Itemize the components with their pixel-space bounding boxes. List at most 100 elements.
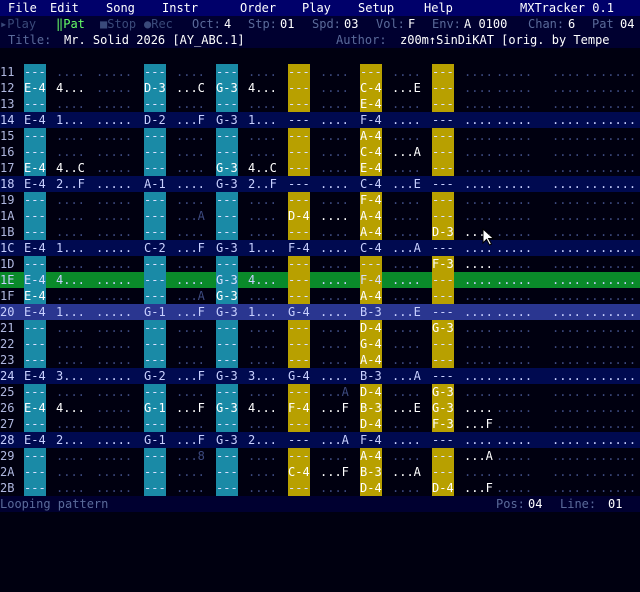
param-cell[interactable]: .... [56,256,85,272]
param-cell[interactable]: .... [248,208,277,224]
note-cell[interactable]: --- [216,256,238,272]
param-cell[interactable]: ..... [96,480,132,496]
param-cell[interactable]: .... [392,448,421,464]
step-value[interactable]: 01 [280,16,294,32]
note-cell[interactable]: G-3 [216,432,238,448]
param-cell[interactable]: 4... [248,80,277,96]
param-cell[interactable]: .... [320,368,349,384]
param-cell[interactable]: ..... [600,176,636,192]
param-cell[interactable]: .... [464,288,493,304]
param-cell[interactable]: .. [584,144,598,160]
note-cell[interactable]: --- [288,96,310,112]
param-cell[interactable]: ..... [96,192,132,208]
param-cell[interactable]: ...F [464,416,493,432]
param-cell[interactable]: .... [320,448,349,464]
pattern-row[interactable]: 1A ---......... --- ...A ---.... D-4.... A-4..… [0,208,640,224]
param-cell[interactable]: .... [464,352,493,368]
note-cell[interactable]: --- [144,416,166,432]
pattern-row[interactable]: 20 E-4 1........ G-1 ...F G-3 1... G-4.... B-3..… [0,304,640,320]
note-cell[interactable]: --- [24,128,46,144]
param-cell[interactable]: ..... [96,256,132,272]
param-cell[interactable]: .... [248,64,277,80]
param-cell[interactable]: .... [56,384,85,400]
param-cell[interactable]: ..... [496,240,532,256]
param-cell[interactable]: 1... [56,240,85,256]
param-cell[interactable]: .... [552,160,581,176]
param-cell[interactable]: .... [320,416,349,432]
param-cell[interactable]: .. [584,304,598,320]
param-cell[interactable]: ...F [176,368,205,384]
note-cell[interactable]: B-3 [360,464,382,480]
param-cell[interactable]: .. [584,480,598,496]
note-cell[interactable]: --- [216,192,238,208]
param-cell[interactable]: ..... [496,432,532,448]
note-cell[interactable]: G-1 [144,432,166,448]
param-cell[interactable]: .... [552,272,581,288]
note-cell[interactable]: G-3 [216,304,238,320]
param-cell[interactable]: .... [392,480,421,496]
note-cell[interactable]: --- [216,416,238,432]
param-cell[interactable]: .... [392,224,421,240]
param-cell[interactable]: ..... [600,288,636,304]
note-cell[interactable]: --- [216,352,238,368]
note-cell[interactable]: G-3 [216,240,238,256]
note-cell[interactable]: G-3 [432,400,454,416]
param-cell[interactable]: 4... [56,400,85,416]
param-cell[interactable]: .... [320,112,349,128]
param-cell[interactable]: ..... [600,112,636,128]
param-cell[interactable]: ..... [96,368,132,384]
param-cell[interactable]: .... [320,176,349,192]
param-cell[interactable]: .. [584,432,598,448]
param-cell[interactable]: ..... [496,176,532,192]
param-cell[interactable]: ...E [392,400,421,416]
param-cell[interactable]: .... [248,448,277,464]
param-cell[interactable]: .... [320,144,349,160]
note-cell[interactable]: --- [24,320,46,336]
note-cell[interactable]: --- [144,448,166,464]
pattern-row[interactable]: 15 ---......... ---.... ---.... ---.... A-4..… [0,128,640,144]
note-cell[interactable]: C-2 [144,240,166,256]
note-cell[interactable]: E-4 [360,160,382,176]
note-cell[interactable]: --- [24,416,46,432]
param-cell[interactable]: .... [320,352,349,368]
param-cell[interactable]: ..... [96,208,132,224]
param-cell[interactable]: ..... [600,144,636,160]
param-cell[interactable]: .. [584,176,598,192]
note-cell[interactable]: B-3 [360,400,382,416]
envelope-value[interactable]: A 0100 [464,16,507,32]
param-cell[interactable]: .... [392,416,421,432]
note-cell[interactable]: G-3 [216,160,238,176]
note-cell[interactable]: --- [144,144,166,160]
note-cell[interactable]: E-4 [24,176,46,192]
note-cell[interactable]: --- [288,432,310,448]
param-cell[interactable]: ..... [496,320,532,336]
param-cell[interactable]: ..... [96,224,132,240]
note-cell[interactable]: --- [24,480,46,496]
param-cell[interactable]: ..... [496,208,532,224]
param-cell[interactable]: ..... [496,224,532,240]
pattern-row[interactable]: 23 ---......... ---.... ---.... ---.... A-4..… [0,352,640,368]
note-cell[interactable]: E-4 [24,112,46,128]
note-cell[interactable]: F-4 [360,432,382,448]
param-cell[interactable]: .... [464,384,493,400]
param-cell[interactable]: .... [56,320,85,336]
note-cell[interactable]: --- [216,336,238,352]
pattern-row[interactable]: 2B ---......... ---.... ---.... ---.... D-4..… [0,480,640,496]
param-cell[interactable]: ..... [96,240,132,256]
param-cell[interactable]: ...8 [176,448,205,464]
param-cell[interactable]: .. [584,224,598,240]
note-cell[interactable]: G-2 [144,368,166,384]
param-cell[interactable]: 2..F [248,176,277,192]
param-cell[interactable]: ...A [464,448,493,464]
param-cell[interactable]: 3... [56,368,85,384]
param-cell[interactable]: .... [464,160,493,176]
param-cell[interactable]: .... [392,192,421,208]
param-cell[interactable]: 4... [248,400,277,416]
note-cell[interactable]: E-4 [24,240,46,256]
note-cell[interactable]: C-4 [360,80,382,96]
param-cell[interactable]: .... [552,352,581,368]
param-cell[interactable]: ..... [496,464,532,480]
note-cell[interactable]: --- [432,192,454,208]
param-cell[interactable]: ..... [96,272,132,288]
param-cell[interactable]: .... [248,144,277,160]
